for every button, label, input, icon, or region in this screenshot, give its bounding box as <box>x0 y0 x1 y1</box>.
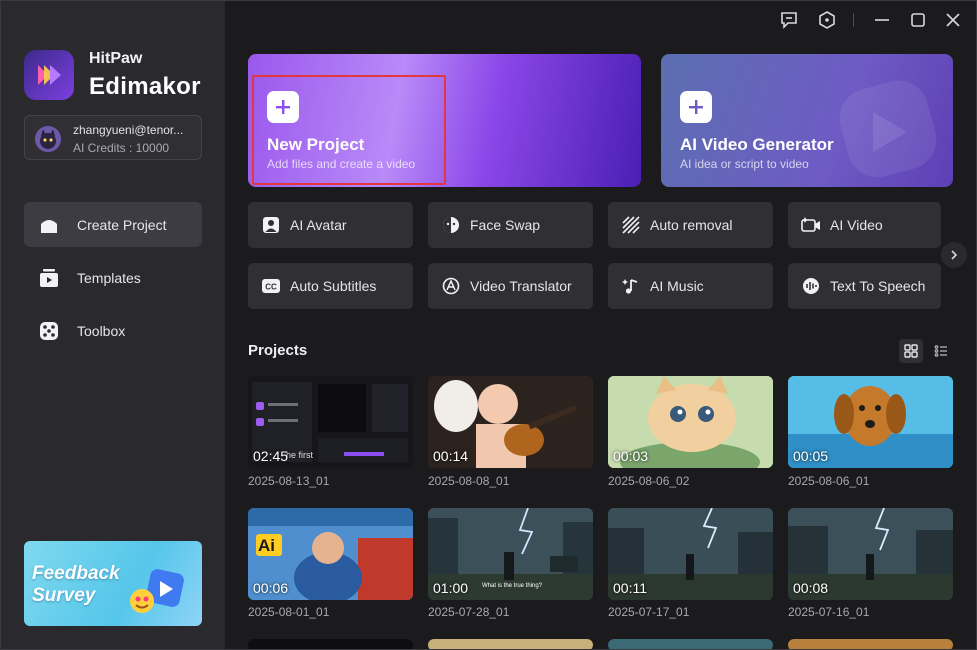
project-duration: 01:00 <box>433 580 469 596</box>
app-logo <box>24 50 74 100</box>
project-thumbnail[interactable]: 00:03 <box>608 376 773 468</box>
tool-ai-music[interactable]: AI Music <box>608 263 773 309</box>
project-thumbnail[interactable]: 00:05 <box>788 376 953 468</box>
feedback-survey-banner[interactable]: Feedback Survey <box>24 541 202 626</box>
nav-label: Toolbox <box>77 322 126 339</box>
ai-video-title: AI Video Generator <box>680 135 834 154</box>
settings-icon[interactable] <box>817 10 837 30</box>
plus-icon <box>680 91 712 123</box>
tool-face-swap[interactable]: Face Swap <box>428 202 593 248</box>
app-window: HitPaw Edimakor zhangyueni@tenor... AI C… <box>0 0 977 650</box>
project-name: 2025-08-01_01 <box>248 605 330 619</box>
tool-label: AI Avatar <box>290 217 347 233</box>
project-name: 2025-08-08_01 <box>428 474 510 488</box>
project-name: 2025-07-17_01 <box>608 605 690 619</box>
brand-product: Edimakor <box>89 73 201 100</box>
grid-view-icon[interactable] <box>899 339 923 363</box>
project-name: 2025-08-06_01 <box>788 474 870 488</box>
tool-label: Text To Speech <box>830 278 926 294</box>
project-thumbnail[interactable] <box>788 639 953 649</box>
plus-icon <box>267 91 299 123</box>
tool-ai-video[interactable]: AI Video <box>788 202 941 248</box>
project-duration: 00:06 <box>253 580 289 596</box>
toolbox-icon <box>38 320 60 342</box>
project-thumbnail[interactable] <box>608 639 773 649</box>
account-email: zhangyueni@tenor... <box>73 123 184 137</box>
thumbnail-caption: he first <box>286 450 314 460</box>
translate-icon <box>441 276 461 296</box>
close-icon[interactable] <box>943 10 963 30</box>
new-project-title: New Project <box>267 135 365 154</box>
nav-label: Templates <box>77 269 141 286</box>
project-name: 2025-07-28_01 <box>428 605 510 619</box>
maximize-icon[interactable] <box>908 10 928 30</box>
svg-text:CC: CC <box>265 283 277 292</box>
face-swap-icon <box>441 215 461 235</box>
brand-company: HitPaw <box>89 50 143 67</box>
project-thumbnail[interactable] <box>248 639 413 649</box>
project-thumbnail[interactable]: 00:11 <box>608 508 773 600</box>
ai-video-icon <box>801 215 821 235</box>
new-project-subtitle: Add files and create a video <box>267 157 416 171</box>
project-duration: 00:05 <box>793 448 829 464</box>
sidebar: HitPaw Edimakor zhangyueni@tenor... AI C… <box>1 1 225 649</box>
nav-templates[interactable]: Templates <box>24 255 202 300</box>
titlebar-divider <box>853 13 854 27</box>
ai-video-generator-card[interactable]: AI Video Generator AI idea or script to … <box>661 54 953 187</box>
nav-create-project[interactable]: Create Project <box>24 202 202 247</box>
video-watermark-icon <box>839 80 937 178</box>
nav-label: Create Project <box>77 216 167 233</box>
tool-label: AI Music <box>650 278 704 294</box>
project-name: 2025-08-13_01 <box>248 474 330 488</box>
tool-label: Face Swap <box>470 217 541 233</box>
project-thumbnail[interactable]: he first 02:45 <box>248 376 413 468</box>
project-thumbnail[interactable] <box>428 639 593 649</box>
tools-next-chevron-right-icon[interactable] <box>941 242 967 268</box>
tool-auto-subtitles[interactable]: CC Auto Subtitles <box>248 263 413 309</box>
avatar <box>35 126 61 152</box>
ai-video-subtitle: AI idea or script to video <box>680 157 809 171</box>
tool-text-to-speech[interactable]: Text To Speech <box>788 263 941 309</box>
project-duration: 00:03 <box>613 448 649 464</box>
speech-icon <box>801 276 821 296</box>
tool-ai-avatar[interactable]: AI Avatar <box>248 202 413 248</box>
cc-icon: CC <box>261 276 281 296</box>
project-duration: 00:08 <box>793 580 829 596</box>
project-thumbnail[interactable]: 00:08 <box>788 508 953 600</box>
tool-video-translator[interactable]: Video Translator <box>428 263 593 309</box>
thumbnail-caption: Ai <box>258 536 275 555</box>
project-thumbnail[interactable]: Ai 00:06 <box>248 508 413 600</box>
project-duration: 02:45 <box>253 448 289 464</box>
account-credits: AI Credits : 10000 <box>73 141 170 155</box>
project-duration: 00:11 <box>613 580 647 596</box>
avatar-icon <box>261 215 281 235</box>
account-card[interactable]: zhangyueni@tenor... AI Credits : 10000 <box>24 115 202 160</box>
project-thumbnail[interactable]: What is the true thing? 01:00 <box>428 508 593 600</box>
nav-toolbox[interactable]: Toolbox <box>24 308 202 353</box>
tool-label: Auto Subtitles <box>290 278 377 294</box>
tool-label: Video Translator <box>470 278 572 294</box>
thumbnail-caption: What is the true thing? <box>482 583 543 589</box>
project-name: 2025-07-16_01 <box>788 605 870 619</box>
templates-icon <box>38 267 60 289</box>
home-icon <box>38 214 60 236</box>
tool-label: AI Video <box>830 217 883 233</box>
feedback-title: Feedback Survey <box>32 563 120 606</box>
project-thumbnail[interactable]: 00:14 <box>428 376 593 468</box>
new-project-card[interactable]: New Project Add files and create a video <box>248 54 641 187</box>
project-name: 2025-08-06_02 <box>608 474 690 488</box>
projects-heading: Projects <box>248 342 308 359</box>
music-icon <box>621 276 641 296</box>
list-view-icon[interactable] <box>929 339 953 363</box>
feedback-chat-icon[interactable] <box>779 10 799 30</box>
auto-removal-icon <box>621 215 641 235</box>
feedback-illustration-icon <box>126 567 188 624</box>
tool-label: Auto removal <box>650 217 733 233</box>
tool-auto-removal[interactable]: Auto removal <box>608 202 773 248</box>
minimize-icon[interactable] <box>872 10 892 30</box>
project-duration: 00:14 <box>433 448 469 464</box>
